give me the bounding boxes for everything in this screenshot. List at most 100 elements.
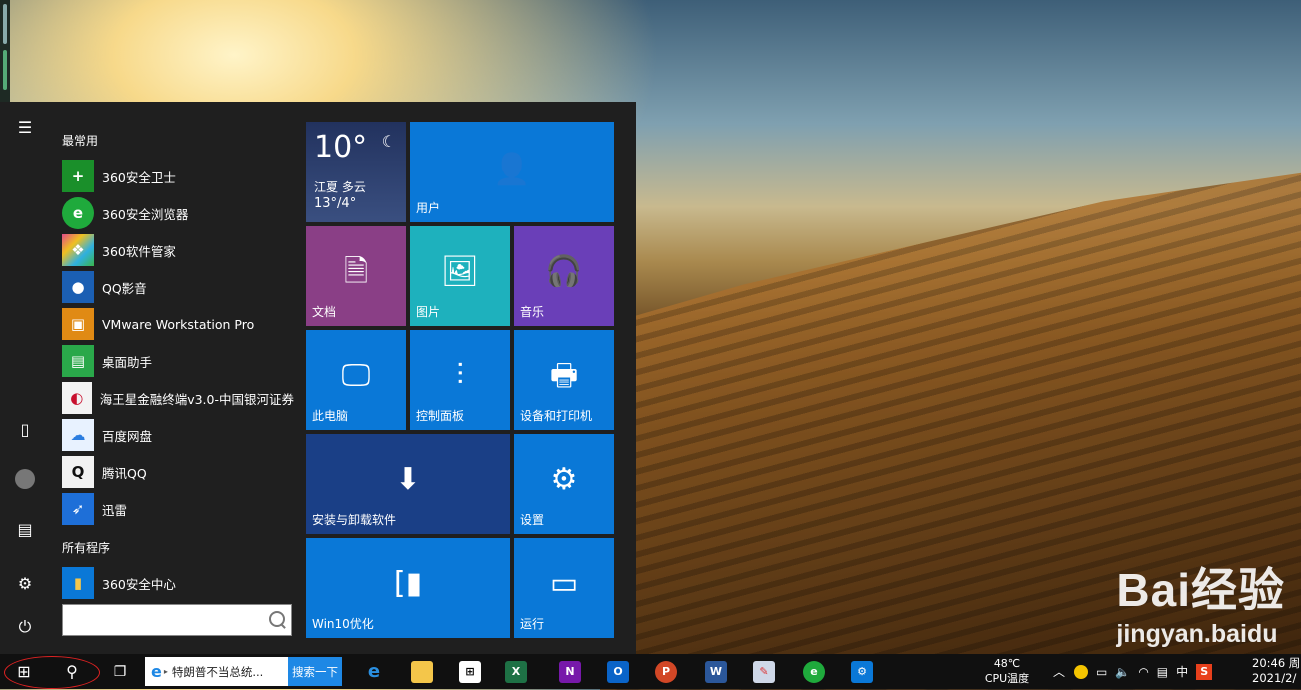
app-item[interactable]: + 360安全卫士 — [62, 159, 294, 193]
tile-documents[interactable]: 🗎 文档 — [306, 226, 406, 326]
news-search-box[interactable]: e ▸ 特朗普不当总统... — [145, 657, 288, 686]
tile-run[interactable]: ▭ 运行 — [514, 538, 614, 638]
tile-win10-optimize[interactable]: [▮ Win10优化 — [306, 538, 510, 638]
weather-range: 13°/4° — [314, 196, 357, 211]
clock-time: 20:46 周 — [1252, 656, 1301, 670]
volume-icon[interactable]: 🔈 — [1115, 665, 1130, 679]
folder-icon: ▮ — [62, 567, 94, 599]
taskbar-app-word[interactable]: W — [702, 654, 730, 689]
app-label: 360安全卫士 — [102, 169, 176, 185]
app-label: 桌面助手 — [102, 354, 153, 370]
taskbar-app-paint[interactable]: ✎ — [750, 654, 778, 689]
taskbar-app-settings[interactable]: ⚙ — [848, 654, 876, 689]
taskbar-app-excel[interactable]: X — [502, 654, 530, 689]
chevron-up-icon[interactable]: ︿ — [1053, 663, 1065, 680]
tile-control-panel[interactable]: ⫶ 控制面板 — [410, 330, 510, 430]
store-icon: ⊞ — [459, 660, 481, 683]
gear-icon: ⚙ — [550, 462, 578, 497]
sogou-input-icon[interactable]: S — [1196, 663, 1213, 680]
outlook-icon: O — [607, 660, 629, 683]
task-view-button[interactable]: ❐ — [104, 654, 136, 689]
app-item[interactable]: ❖ 360软件管家 — [62, 233, 294, 267]
baidu-watermark: Bai经验 jingyan.baidu — [1116, 554, 1285, 649]
task-view-icon: ❐ — [113, 663, 127, 680]
start-search-box[interactable] — [62, 604, 292, 636]
tile-install-uninstall[interactable]: ⬇ 安装与卸载软件 — [306, 434, 510, 534]
power-icon[interactable]: ⏻ — [14, 616, 36, 638]
taskbar-app-powerpoint[interactable]: P — [652, 654, 680, 689]
taskbar-app-explorer[interactable] — [408, 654, 436, 689]
start-rail: ☰ ▯ ▤ ⚙ ⏻ — [0, 102, 48, 654]
tile-this-pc[interactable]: 🖵 此电脑 — [306, 330, 406, 430]
app-item[interactable]: Q 腾讯QQ — [62, 455, 294, 489]
360-tray-icon[interactable] — [1074, 664, 1089, 679]
powerpoint-icon: P — [655, 660, 677, 683]
taskbar-app-360-browser[interactable]: e — [800, 654, 828, 689]
app-item[interactable]: ▤ 桌面助手 — [62, 344, 294, 378]
neptune-finance-icon: ◐ — [62, 382, 92, 414]
ime-indicator[interactable]: 中 — [1176, 663, 1188, 680]
tile-label: 安装与卸载软件 — [312, 513, 397, 527]
wifi-icon[interactable]: ◠ — [1138, 665, 1148, 679]
notification-icon[interactable]: ▤ — [1157, 665, 1168, 679]
app-label: 海王星金融终端v3.0-中国银河证券 — [99, 391, 294, 407]
taskbar-app-store[interactable]: ⊞ — [456, 654, 484, 689]
news-text: 特朗普不当总统... — [171, 664, 264, 679]
documents-icon[interactable]: ▤ — [14, 518, 36, 540]
tile-weather[interactable]: 10° ☾ 江夏 多云 13°/4° — [306, 122, 406, 222]
taskbar-app-edge[interactable]: e — [360, 654, 388, 689]
folder-icon — [411, 660, 433, 683]
app-label: VMware Workstation Pro — [102, 316, 255, 332]
highlight-circle — [4, 656, 100, 689]
weather-temp: 10° — [314, 130, 368, 165]
system-tray: ︿ ▭ 🔈 ◠ ▤ 中 S — [1048, 654, 1216, 689]
tile-label: 此电脑 — [312, 409, 349, 423]
cpu-temp-value: 48℃ — [993, 657, 1021, 670]
tile-label: 控制面板 — [416, 409, 465, 423]
settings-gear-icon[interactable]: ⚙ — [14, 572, 36, 594]
tile-user[interactable]: 👤 用户 — [410, 122, 614, 222]
thunder-icon: ➶ — [62, 493, 94, 525]
tile-label: 设备和打印机 — [520, 409, 593, 423]
taskbar-app-outlook[interactable]: O — [604, 654, 632, 689]
taskbar-app-onenote[interactable]: N — [556, 654, 584, 689]
app-item[interactable]: ☁ 百度网盘 — [62, 418, 294, 452]
vmware-icon: ▣ — [62, 308, 94, 340]
tile-settings[interactable]: ⚙ 设置 — [514, 434, 614, 534]
headphones-icon: 🎧 — [545, 254, 583, 289]
baidu-netdisk-icon: ☁ — [62, 419, 94, 451]
360-browser-icon: e — [62, 197, 94, 229]
start-menu: ☰ ▯ ▤ ⚙ ⏻ 最常用 + 360安全卫士 e 360安全浏览器 ❖ 360… — [0, 102, 636, 654]
weather-city: 江夏 — [314, 180, 339, 194]
desktop-gadget — [0, 0, 10, 104]
tile-pictures[interactable]: 🖼 图片 — [410, 226, 510, 326]
app-label: 360安全中心 — [102, 576, 176, 592]
battery-icon[interactable]: ▭ — [1096, 665, 1107, 679]
clock[interactable]: 20:46 周 2021/2/ — [1252, 656, 1301, 686]
excel-icon: X — [505, 660, 527, 683]
desktop-assistant-icon: ▤ — [62, 345, 94, 377]
app-item[interactable]: ◐ 海王星金融终端v3.0-中国银河证券 — [62, 381, 294, 415]
tile-label: 文档 — [312, 305, 337, 319]
section-frequent: 最常用 — [62, 134, 99, 148]
watermark-url: jingyan.baidu — [1116, 620, 1278, 648]
app-item[interactable]: ● QQ影音 — [62, 270, 294, 304]
tile-devices-printers[interactable]: 🖶 设备和打印机 — [514, 330, 614, 430]
cpu-temp-label: CPU温度 — [984, 672, 1030, 685]
tile-music[interactable]: 🎧 音乐 — [514, 226, 614, 326]
hamburger-menu-icon[interactable]: ☰ — [14, 116, 36, 138]
section-all-programs: 所有程序 — [62, 541, 111, 555]
app-item[interactable]: ▣ VMware Workstation Pro — [62, 307, 294, 341]
tile-label: 运行 — [520, 617, 545, 631]
app-item[interactable]: e 360安全浏览器 — [62, 196, 294, 230]
user-account-icon[interactable] — [14, 468, 36, 490]
tablet-mode-icon[interactable]: ▯ — [14, 418, 36, 440]
edge-icon: e — [367, 661, 381, 682]
app-label: QQ影音 — [102, 280, 147, 296]
search-go-button[interactable]: 搜索一下 — [288, 657, 342, 686]
document-icon: 🗎 — [343, 254, 369, 289]
taskbar: ⊞ ⚲ ❐ e ▸ 特朗普不当总统... 搜索一下 e ⊞ X N O P W … — [0, 654, 1301, 689]
app-item[interactable]: ➶ 迅雷 — [62, 492, 294, 526]
app-item[interactable]: ▮ 360安全中心 — [62, 566, 294, 600]
tencent-qq-icon: Q — [62, 456, 94, 488]
